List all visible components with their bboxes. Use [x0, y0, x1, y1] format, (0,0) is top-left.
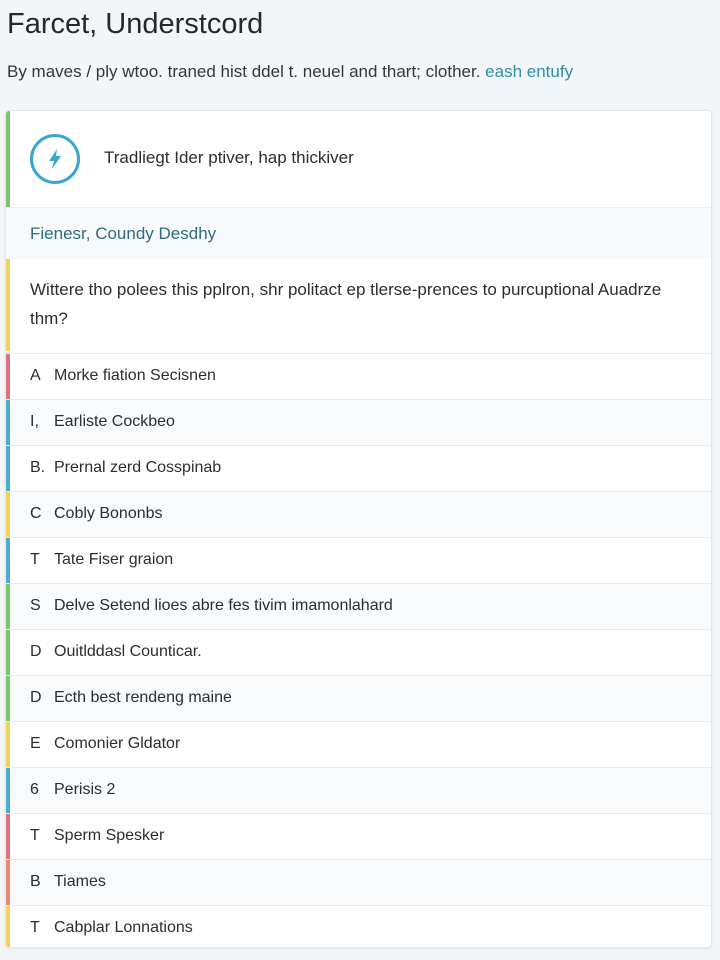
option-accent-bar: [6, 354, 10, 399]
option-accent-bar: [6, 538, 10, 583]
option-label: Ecth best rendeng maine: [54, 689, 232, 706]
option-accent-bar: [6, 768, 10, 813]
question-accent-bar: [6, 259, 10, 351]
option-label: Morke fiation Secisnen: [54, 367, 216, 384]
quiz-card: Tradliegt Ider ptiver, hap thickiver Fie…: [5, 110, 712, 948]
option-label: Earliste Cockbeo: [54, 413, 175, 430]
option-accent-bar: [6, 906, 10, 947]
option-letter: D: [30, 689, 42, 706]
option-label: Tate Fiser graion: [54, 551, 174, 568]
option-letter: A: [30, 367, 41, 384]
subtitle-text: By maves / ply wtoo. traned hist ddel t.…: [7, 62, 481, 81]
option-label: Sperm Spesker: [54, 827, 165, 844]
option-label: Cobly Bononbs: [54, 505, 163, 522]
option-accent-bar: [6, 492, 10, 537]
option-letter: S: [30, 597, 41, 614]
option-item[interactable]: T Tate Fiser graion: [6, 537, 711, 583]
option-letter: T: [30, 551, 40, 568]
options-list: A Morke fiation Secisnen I, Earliste Cockbe…: [6, 353, 711, 947]
option-accent-bar: [6, 630, 10, 675]
option-letter: T: [30, 919, 40, 936]
option-letter: B: [30, 873, 41, 890]
option-item[interactable]: A Morke fiation Secisnen: [6, 353, 711, 399]
option-item[interactable]: B. Prernal zerd Cosspinab: [6, 445, 711, 491]
page-title: Farcet, Understcord: [7, 8, 264, 40]
option-letter: E: [30, 735, 41, 752]
option-letter: 6: [30, 781, 39, 798]
option-item[interactable]: I, Earliste Cockbeo: [6, 399, 711, 445]
option-label: Tiames: [54, 873, 106, 890]
option-label: Perisis 2: [54, 781, 116, 798]
option-item[interactable]: T Sperm Spesker: [6, 813, 711, 859]
option-item[interactable]: B Tiames: [6, 859, 711, 905]
header-text: Tradliegt Ider ptiver, hap thickiver: [104, 148, 354, 167]
option-label: Ouitlddasl Counticar.: [54, 643, 202, 660]
option-item[interactable]: T Cabplar Lonnations: [6, 905, 711, 947]
option-accent-bar: [6, 446, 10, 491]
subtitle-link[interactable]: eash entufy: [485, 62, 573, 81]
option-accent-bar: [6, 400, 10, 445]
option-accent-bar: [6, 722, 10, 767]
option-letter: D: [30, 643, 42, 660]
section-row: Fienesr, Coundy Desdhy: [6, 207, 711, 261]
option-item[interactable]: D Ecth best rendeng maine: [6, 675, 711, 721]
question-row: Wittere tho polees this pplron, shr poli…: [6, 259, 711, 351]
option-label: Cabplar Lonnations: [54, 919, 193, 936]
option-letter: T: [30, 827, 40, 844]
option-item[interactable]: S Delve Setend lioes abre fes tivim imamo…: [6, 583, 711, 629]
option-letter: C: [30, 505, 42, 522]
page-subtitle: By maves / ply wtoo. traned hist ddel t.…: [7, 62, 573, 82]
bolt-icon: [30, 134, 80, 184]
option-item[interactable]: 6 Perisis 2: [6, 767, 711, 813]
section-label: Fienesr, Coundy Desdhy: [30, 224, 217, 243]
card-header: Tradliegt Ider ptiver, hap thickiver: [6, 111, 711, 207]
option-accent-bar: [6, 860, 10, 905]
option-accent-bar: [6, 676, 10, 721]
page: Farcet, Understcord By maves / ply wtoo.…: [0, 0, 720, 960]
option-label: Delve Setend lioes abre fes tivim imamon…: [54, 597, 393, 614]
option-label: Prernal zerd Cosspinab: [54, 459, 222, 476]
option-accent-bar: [6, 584, 10, 629]
option-item[interactable]: E Comonier Gldator: [6, 721, 711, 767]
option-item[interactable]: D Ouitlddasl Counticar.: [6, 629, 711, 675]
option-letter: I,: [30, 413, 39, 430]
question-text: Wittere tho polees this pplron, shr poli…: [30, 280, 662, 328]
option-label: Comonier Gldator: [54, 735, 181, 752]
option-letter: B.: [30, 459, 46, 476]
option-accent-bar: [6, 814, 10, 859]
option-item[interactable]: C Cobly Bononbs: [6, 491, 711, 537]
header-accent-bar: [6, 111, 10, 207]
